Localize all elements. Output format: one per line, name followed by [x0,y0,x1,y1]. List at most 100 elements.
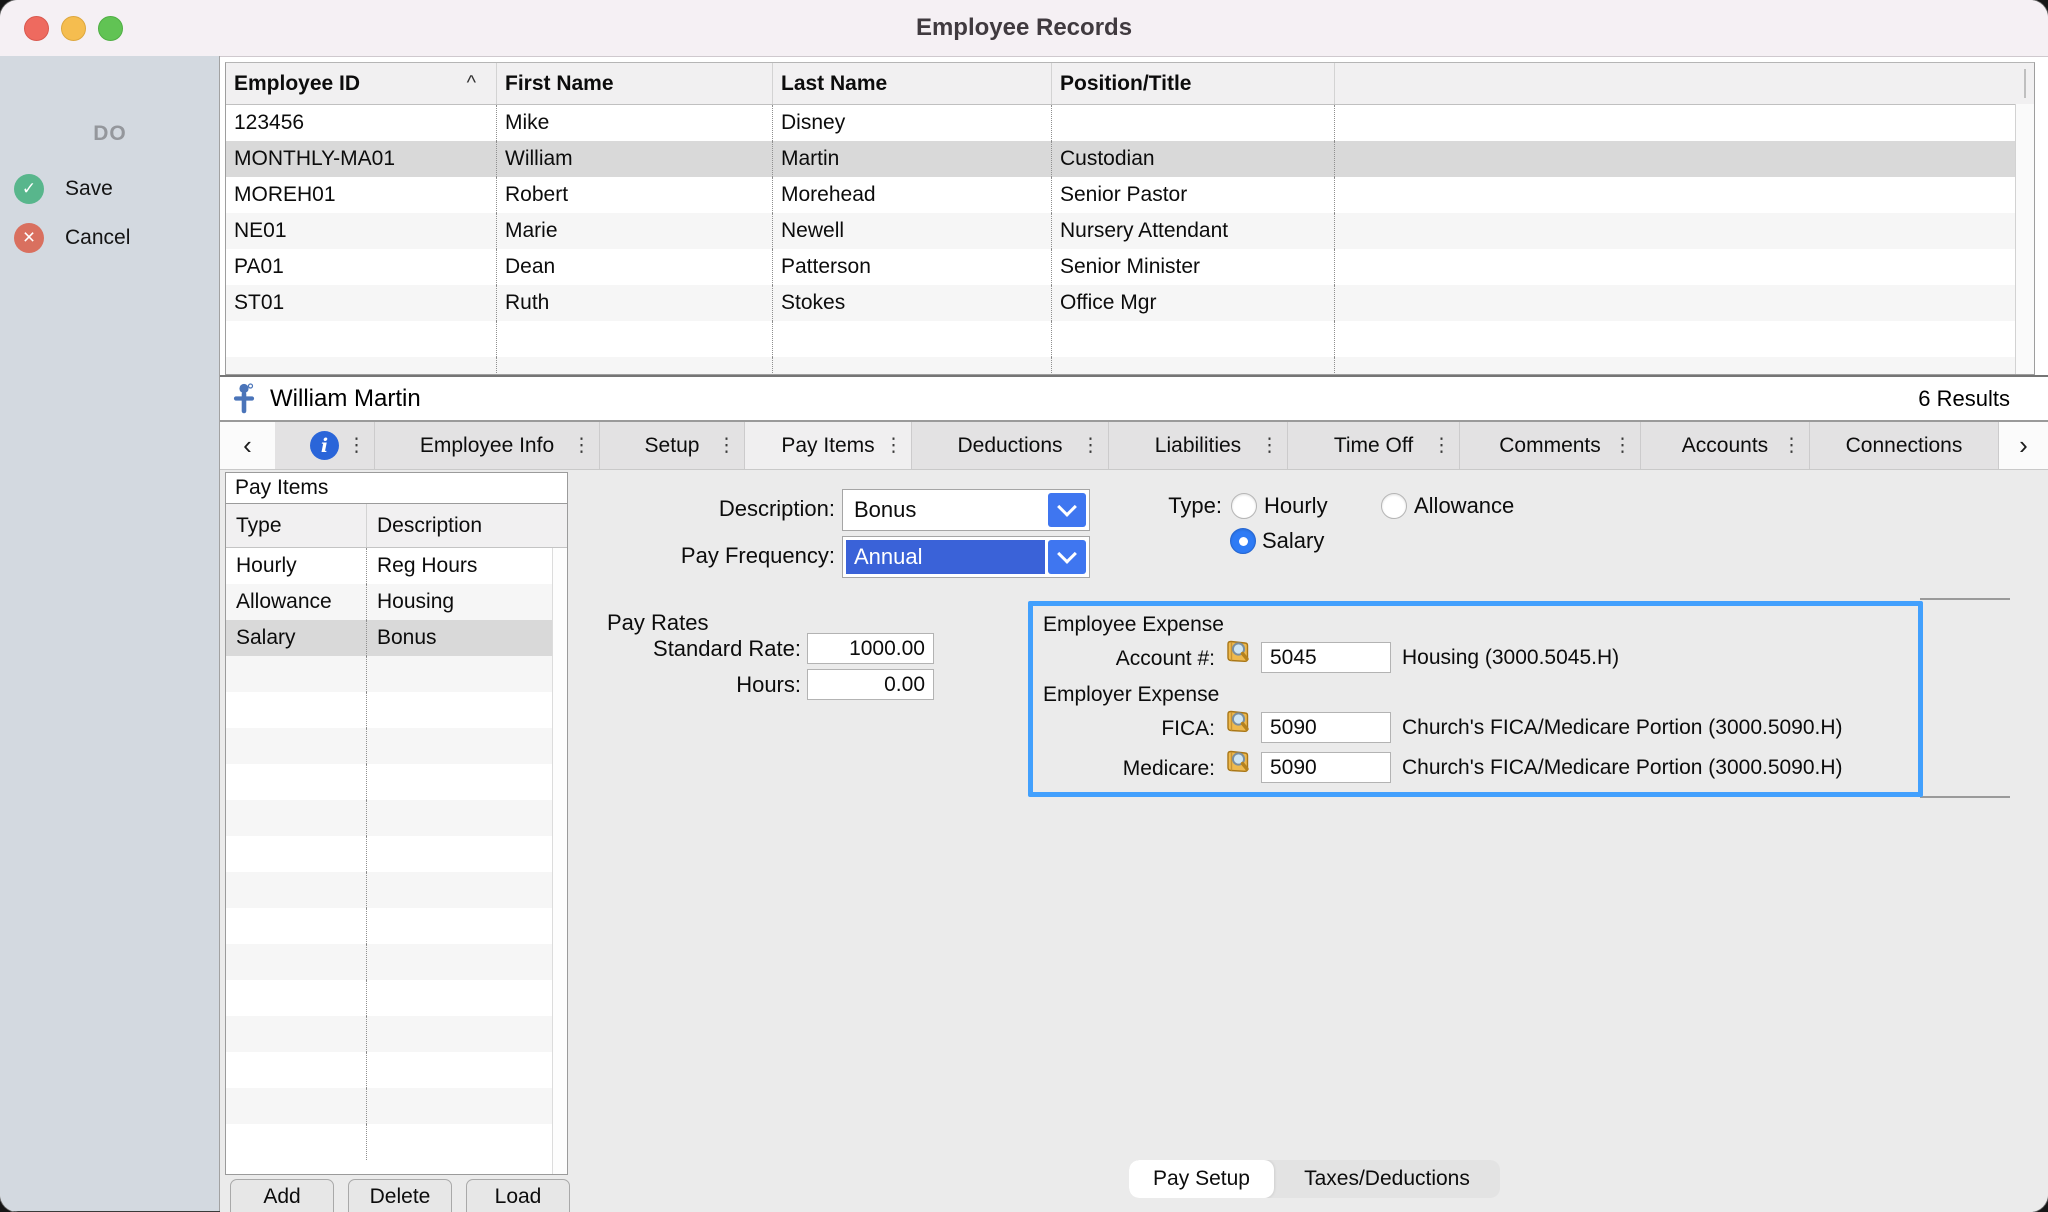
employer-expense-label: Employer Expense [1043,683,1219,707]
radio-hourly[interactable] [1231,493,1257,519]
table-row[interactable]: ST01RuthStokesOffice Mgr [226,285,2034,321]
pay-items-header: Type Description [226,504,567,548]
tab-accounts[interactable]: Accounts⋮ [1641,422,1810,469]
account-number-input[interactable] [1261,642,1391,673]
table-row[interactable]: 123456MikeDisney [226,105,2034,141]
tab-pay-setup[interactable]: Pay Setup [1129,1160,1274,1198]
tab-options-icon[interactable]: ⋮ [572,434,591,457]
pay-item-row-empty [226,1016,567,1052]
account-number-label: Account #: [1033,647,1215,671]
tab-options-icon[interactable]: ⋮ [1081,434,1100,457]
tab-options-icon[interactable]: ⋮ [1432,434,1451,457]
tab-employee-info[interactable]: Employee Info⋮ [375,422,600,469]
tab-comments[interactable]: Comments⋮ [1460,422,1641,469]
tab-pay-items[interactable]: Pay Items⋮ [745,422,912,469]
pay-items-scrollbar[interactable] [552,548,567,1174]
column-header-first-name[interactable]: First Name [496,63,772,104]
tab-taxes-deductions[interactable]: Taxes/Deductions [1274,1160,1500,1198]
pay-item-row-empty [226,1052,567,1088]
table-scrollbar[interactable] [2015,104,2034,375]
delete-button[interactable]: Delete [348,1179,452,1212]
column-header-employee-id[interactable]: Employee ID ^ [226,63,496,104]
tabs-scroll-right-button[interactable]: › [1999,422,2048,469]
column-header-last-name[interactable]: Last Name [772,63,1051,104]
tab-deductions[interactable]: Deductions⋮ [912,422,1109,469]
tab-liabilities[interactable]: Liabilities⋮ [1109,422,1288,469]
medicare-input[interactable] [1261,752,1391,783]
header-scrollbar [2024,69,2026,98]
pay-frequency-label: Pay Frequency: [600,536,835,576]
fica-lookup-icon[interactable] [1224,709,1252,740]
record-name: William Martin [270,385,421,413]
standard-rate-label: Standard Rate: [570,633,801,664]
save-label: Save [65,177,113,201]
pay-item-row-empty [226,944,567,980]
standard-rate-input[interactable] [807,633,934,664]
account-lookup-icon[interactable] [1224,639,1252,670]
cancel-x-icon: × [14,223,44,253]
pay-item-row-empty [226,800,567,836]
account-description: Housing (3000.5045.H) [1402,642,1619,673]
description-label: Description: [620,489,835,529]
tab-options-icon[interactable]: ⋮ [1613,434,1632,457]
bottom-tab-group: Pay Setup Taxes/Deductions [1129,1160,1500,1198]
fica-label: FICA: [1033,717,1215,741]
sort-ascending-icon: ^ [467,72,476,95]
medicare-lookup-icon[interactable] [1224,749,1252,780]
sidebar: DO ✓ Save × Cancel « Collapse [0,56,220,1212]
tab-time-off[interactable]: Time Off⋮ [1288,422,1460,469]
add-button[interactable]: Add [230,1179,334,1212]
radio-allowance[interactable] [1381,493,1407,519]
radio-salary-label[interactable]: Salary [1262,528,1324,554]
tab-options-icon[interactable]: ⋮ [1260,434,1279,457]
table-row[interactable]: PA01DeanPattersonSenior Minister [226,249,2034,285]
pay-frequency-dropdown[interactable]: Annual [842,536,1090,578]
divider [1920,598,2010,600]
pay-item-row-empty [226,908,567,944]
tab-options-icon[interactable]: ⋮ [1782,434,1801,457]
chevron-down-icon[interactable] [1048,493,1086,527]
save-button[interactable]: ✓ Save [14,174,113,204]
tab-options-icon[interactable]: ⋮ [347,434,366,457]
column-header-description[interactable]: Description [366,504,567,547]
close-window-button[interactable] [24,16,49,41]
description-dropdown[interactable]: Bonus [842,489,1090,531]
column-header-type[interactable]: Type [226,504,366,547]
divider [1920,796,2010,798]
radio-hourly-label[interactable]: Hourly [1264,493,1328,519]
tab-info[interactable]: i ⋮ [275,422,375,469]
radio-salary[interactable] [1230,528,1256,554]
expense-group-focused: Employee Expense Account #: Housing (300… [1028,601,1923,797]
cancel-button[interactable]: × Cancel [14,223,130,253]
pay-item-row-empty [226,872,567,908]
column-header-empty [1334,63,2034,104]
pay-item-row-selected[interactable]: SalaryBonus [226,620,567,656]
zoom-window-button[interactable] [98,16,123,41]
save-check-icon: ✓ [14,174,44,204]
hours-label: Hours: [570,669,801,700]
pay-item-row-empty [226,692,567,728]
chevron-down-icon[interactable] [1048,540,1086,574]
tab-setup[interactable]: Setup⋮ [600,422,745,469]
medicare-description: Church's FICA/Medicare Portion (3000.509… [1402,752,1843,783]
radio-allowance-label[interactable]: Allowance [1414,493,1514,519]
column-header-position[interactable]: Position/Title [1051,63,1334,104]
minimize-window-button[interactable] [61,16,86,41]
hours-input[interactable] [807,669,934,700]
pay-item-row[interactable]: HourlyReg Hours [226,548,567,584]
load-button[interactable]: Load [466,1179,570,1212]
tabs-scroll-left-button[interactable]: ‹ [220,422,275,469]
table-row[interactable]: MOREH01RobertMoreheadSenior Pastor [226,177,2034,213]
fica-description: Church's FICA/Medicare Portion (3000.509… [1402,712,1843,743]
fica-input[interactable] [1261,712,1391,743]
table-row-selected[interactable]: MONTHLY-MA01WilliamMartinCustodian [226,141,2034,177]
tab-options-icon[interactable]: ⋮ [884,434,903,457]
window-title: Employee Records [916,14,1132,42]
tab-options-icon[interactable]: ⋮ [717,434,736,457]
employee-table-body: 123456MikeDisney MONTHLY-MA01WilliamMart… [226,105,2034,375]
pay-item-row[interactable]: AllowanceHousing [226,584,567,620]
pay-item-row-empty [226,1124,567,1160]
tab-connections[interactable]: Connections [1810,422,1999,469]
description-value: Bonus [846,493,1045,527]
table-row[interactable]: NE01MarieNewellNursery Attendant [226,213,2034,249]
